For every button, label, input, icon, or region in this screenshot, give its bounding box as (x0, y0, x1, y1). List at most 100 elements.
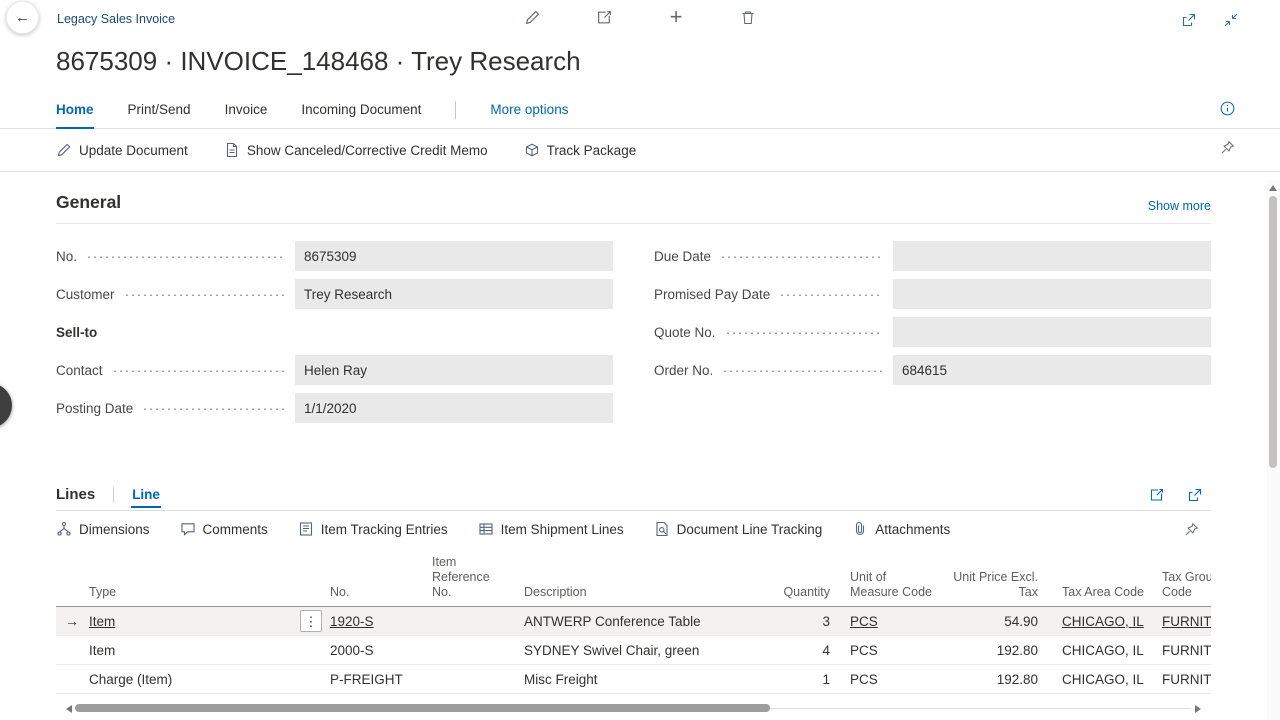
col-tax-group-code[interactable]: Tax Group Code (1156, 570, 1211, 606)
new-document-button[interactable]: + (663, 4, 689, 30)
cell-no[interactable]: 2000-S (330, 643, 430, 658)
cell-type[interactable]: Item ⋮ (89, 610, 330, 632)
dotted-leader (86, 255, 285, 258)
cell-quantity[interactable]: 1 (770, 672, 832, 687)
table-row[interactable]: Item 2000-S SYDNEY Swivel Chair, green 4… (56, 636, 1211, 665)
col-quantity[interactable]: Quantity (770, 585, 832, 606)
cell-unit-price[interactable]: 54.90 (946, 614, 1042, 629)
cell-tax-area-code[interactable]: CHICAGO, IL (1042, 643, 1156, 658)
collapse-view-button[interactable] (1218, 7, 1244, 33)
cell-tax-area-code[interactable]: CHICAGO, IL (1042, 672, 1156, 687)
track-package-action[interactable]: Track Package (524, 142, 637, 158)
toolbar-label: Document Line Tracking (677, 522, 823, 537)
row-menu-button[interactable]: ⋮ (300, 610, 322, 632)
cell-unit-price[interactable]: 192.80 (946, 643, 1042, 658)
cell-no[interactable]: 1920-S (330, 614, 430, 629)
topbar-center-actions: + (519, 4, 761, 30)
share-lines-button[interactable] (1149, 487, 1165, 503)
comments-button[interactable]: Comments (180, 521, 268, 537)
quote-no-field[interactable] (893, 317, 1211, 347)
posting-date-field[interactable]: 1/1/2020 (295, 393, 613, 423)
tab-incoming-document[interactable]: Incoming Document (301, 92, 421, 129)
attachments-button[interactable]: Attachments (852, 521, 950, 537)
table-row[interactable]: Charge (Item) P-FREIGHT Misc Freight 1 P… (56, 665, 1211, 694)
more-options-button[interactable]: More options (490, 92, 568, 129)
share-button[interactable] (591, 4, 617, 30)
col-tax-area-code[interactable]: Tax Area Code (1042, 585, 1156, 606)
due-date-field[interactable] (893, 241, 1211, 271)
cell-description[interactable]: Misc Freight (518, 672, 770, 687)
col-no[interactable]: No. (330, 585, 430, 606)
col-row-selector (56, 600, 89, 606)
cell-unit-of-measure-code[interactable]: PCS (832, 672, 946, 687)
pin-icon (1184, 522, 1199, 537)
col-type[interactable]: Type (89, 585, 330, 606)
cell-unit-price[interactable]: 192.80 (946, 672, 1042, 687)
tab-invoice[interactable]: Invoice (225, 92, 268, 129)
dotted-leader (142, 407, 285, 410)
col-item-reference-no[interactable]: Item Reference No. (430, 555, 518, 606)
tab-print-send[interactable]: Print/Send (128, 92, 191, 129)
cell-no[interactable]: P-FREIGHT (330, 672, 430, 687)
dotted-leader (124, 293, 285, 296)
no-label: No. (56, 249, 77, 264)
show-credit-memo-action[interactable]: Show Canceled/Corrective Credit Memo (224, 142, 488, 158)
vscroll-thumb[interactable] (1269, 196, 1277, 468)
horizontal-scrollbar[interactable] (56, 702, 1211, 716)
scroll-up-arrow[interactable] (1269, 185, 1277, 191)
col-unit-of-measure-code[interactable]: Unit of Measure Code (832, 570, 946, 606)
contact-field[interactable]: Helen Ray (295, 355, 613, 385)
topbar-window-controls (1176, 7, 1244, 33)
cell-type[interactable]: Charge (Item) (89, 672, 330, 687)
document-line-tracking-button[interactable]: Document Line Tracking (654, 521, 823, 537)
table-row[interactable]: → Item ⋮ 1920-S ANTWERP Conference Table… (56, 607, 1211, 636)
cell-tax-group-code[interactable]: FURNITURE (1156, 643, 1211, 658)
cell-description[interactable]: SYDNEY Swivel Chair, green (518, 643, 770, 658)
tab-line[interactable]: Line (131, 483, 161, 508)
item-tracking-entries-button[interactable]: Item Tracking Entries (298, 521, 448, 537)
update-document-action[interactable]: Update Document (56, 142, 188, 158)
open-lines-in-window-button[interactable] (1187, 487, 1203, 503)
col-unit-price-excl-tax[interactable]: Unit Price Excl. Tax (946, 570, 1042, 606)
open-in-new-window-button[interactable] (1176, 7, 1202, 33)
scroll-right-arrow[interactable] (1195, 705, 1201, 713)
page-title: 8675309 · INVOICE_148468 · Trey Research (56, 44, 1211, 78)
cell-tax-group-code[interactable]: FURNITURE (1156, 614, 1211, 629)
lines-table: Type No. Item Reference No. Description … (56, 549, 1211, 694)
order-no-field[interactable]: 684615 (893, 355, 1211, 385)
scroll-left-arrow[interactable] (66, 705, 72, 713)
customer-field[interactable]: Trey Research (295, 279, 613, 309)
show-more-link[interactable]: Show more (1148, 199, 1211, 213)
cell-quantity[interactable]: 4 (770, 643, 832, 658)
vertical-scrollbar[interactable] (1267, 180, 1280, 720)
field-due-date: Due Date (654, 241, 1211, 271)
pin-action-bar-button[interactable] (1220, 140, 1235, 155)
general-fields-left: No. 8675309 Customer Trey Research Sell-… (56, 241, 613, 431)
cell-description[interactable]: ANTWERP Conference Table (518, 614, 770, 629)
col-description[interactable]: Description (518, 585, 770, 606)
info-button[interactable] (1220, 101, 1235, 116)
lines-header-divider (113, 487, 114, 503)
field-customer: Customer Trey Research (56, 279, 613, 309)
cell-tax-group-code[interactable]: FURNITURE (1156, 672, 1211, 687)
toolbar-label: Comments (203, 522, 268, 537)
back-button[interactable]: ← (6, 1, 39, 34)
edge-handle[interactable] (0, 383, 12, 428)
cell-tax-area-code[interactable]: CHICAGO, IL (1042, 614, 1156, 629)
cell-quantity[interactable]: 3 (770, 614, 832, 629)
cell-type[interactable]: Item (89, 643, 330, 658)
cell-row-selector: → (56, 613, 89, 629)
edit-button[interactable] (519, 4, 545, 30)
delete-button[interactable] (735, 4, 761, 30)
cell-unit-of-measure-code[interactable]: PCS (832, 614, 946, 629)
pin-lines-toolbar-button[interactable] (1184, 522, 1199, 537)
promised-pay-date-field[interactable] (893, 279, 1211, 309)
general-fields-right: Due Date Promised Pay Date Quote No. Ord… (654, 241, 1211, 431)
tab-home[interactable]: Home (56, 92, 94, 129)
document-icon (224, 142, 240, 158)
hscroll-thumb[interactable] (75, 704, 770, 712)
no-field[interactable]: 8675309 (295, 241, 613, 271)
item-shipment-lines-button[interactable]: Item Shipment Lines (478, 521, 624, 537)
dimensions-button[interactable]: Dimensions (56, 521, 150, 537)
cell-unit-of-measure-code[interactable]: PCS (832, 643, 946, 658)
